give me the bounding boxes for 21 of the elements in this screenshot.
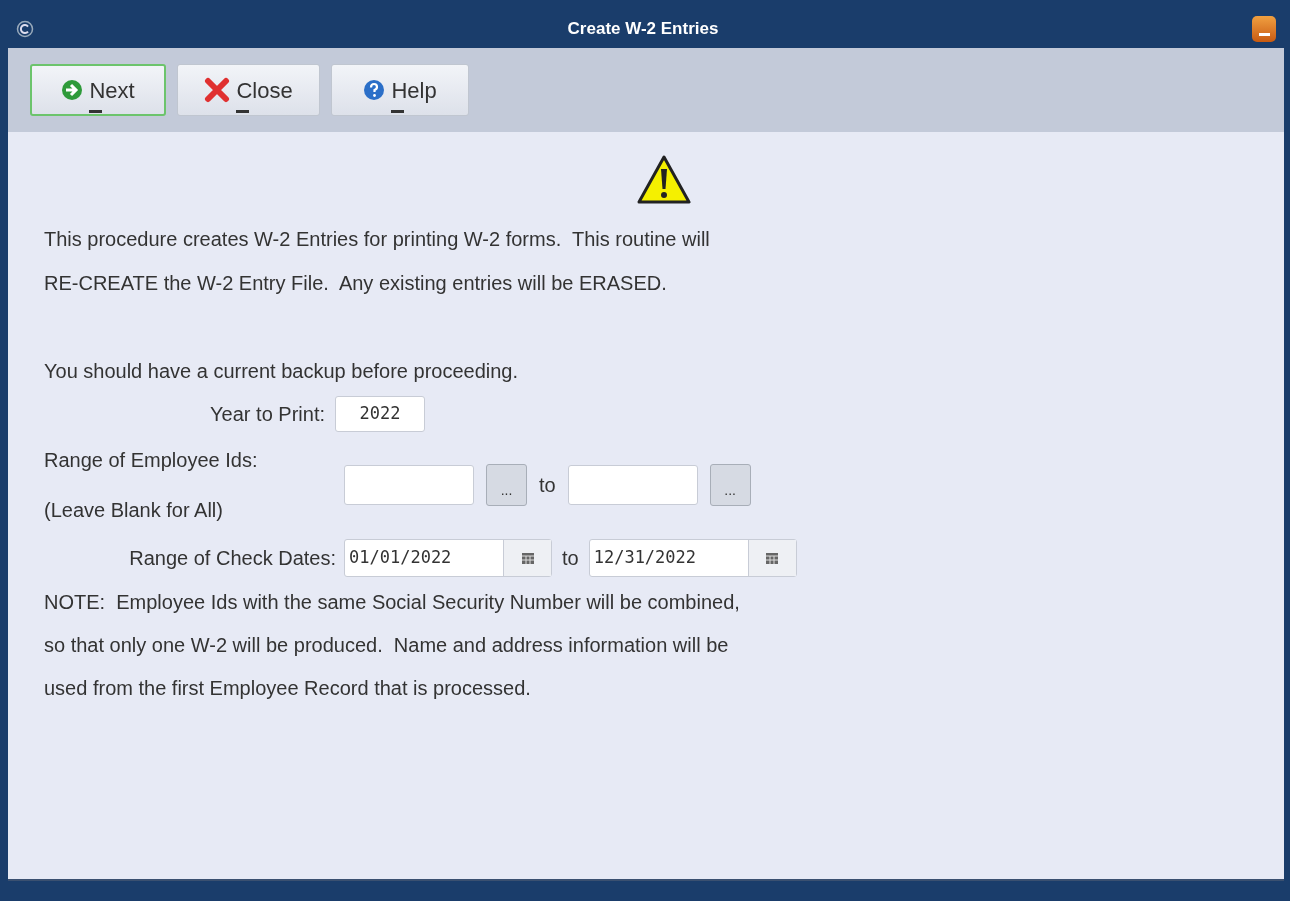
- help-button[interactable]: Help: [331, 64, 469, 116]
- date-to-field[interactable]: 12/31/2022: [588, 539, 797, 577]
- backup-note: You should have a current backup before proceeding.: [44, 359, 520, 384]
- intro-text: This procedure creates W-2 Entries for printing W-2 forms. This routine will: [44, 227, 711, 252]
- intro-text: RE-CREATE the W-2 Entry File. Any existing entries will be ERASED.: [44, 271, 668, 296]
- year-field[interactable]: 2022: [335, 396, 425, 432]
- employee-range-hint: (Leave Blank for All): [44, 498, 224, 523]
- check-dates-label: Range of Check Dates:: [128, 546, 337, 571]
- note-text: NOTE: Employee Ids with the same Social Security Number will be combined,: [44, 590, 741, 615]
- note-text: so that only one W-2 will be produced. Name and address information will be: [44, 633, 730, 658]
- note-text: used from the first Employee Record that is processed.: [44, 676, 532, 701]
- employee-range-label: Range of Employee Ids:: [44, 448, 259, 473]
- close-button[interactable]: Close: [177, 64, 320, 116]
- lookup-button[interactable]: ...: [486, 464, 527, 506]
- window-title: Create W-2 Entries: [566, 18, 720, 41]
- date-from-field[interactable]: 01/01/2022: [344, 539, 552, 577]
- year-label: Year to Print:: [209, 402, 326, 427]
- next-button[interactable]: Next: [30, 64, 166, 116]
- to-label: to: [539, 473, 556, 498]
- to-label: to: [562, 546, 579, 571]
- lookup-button[interactable]: ...: [709, 464, 751, 506]
